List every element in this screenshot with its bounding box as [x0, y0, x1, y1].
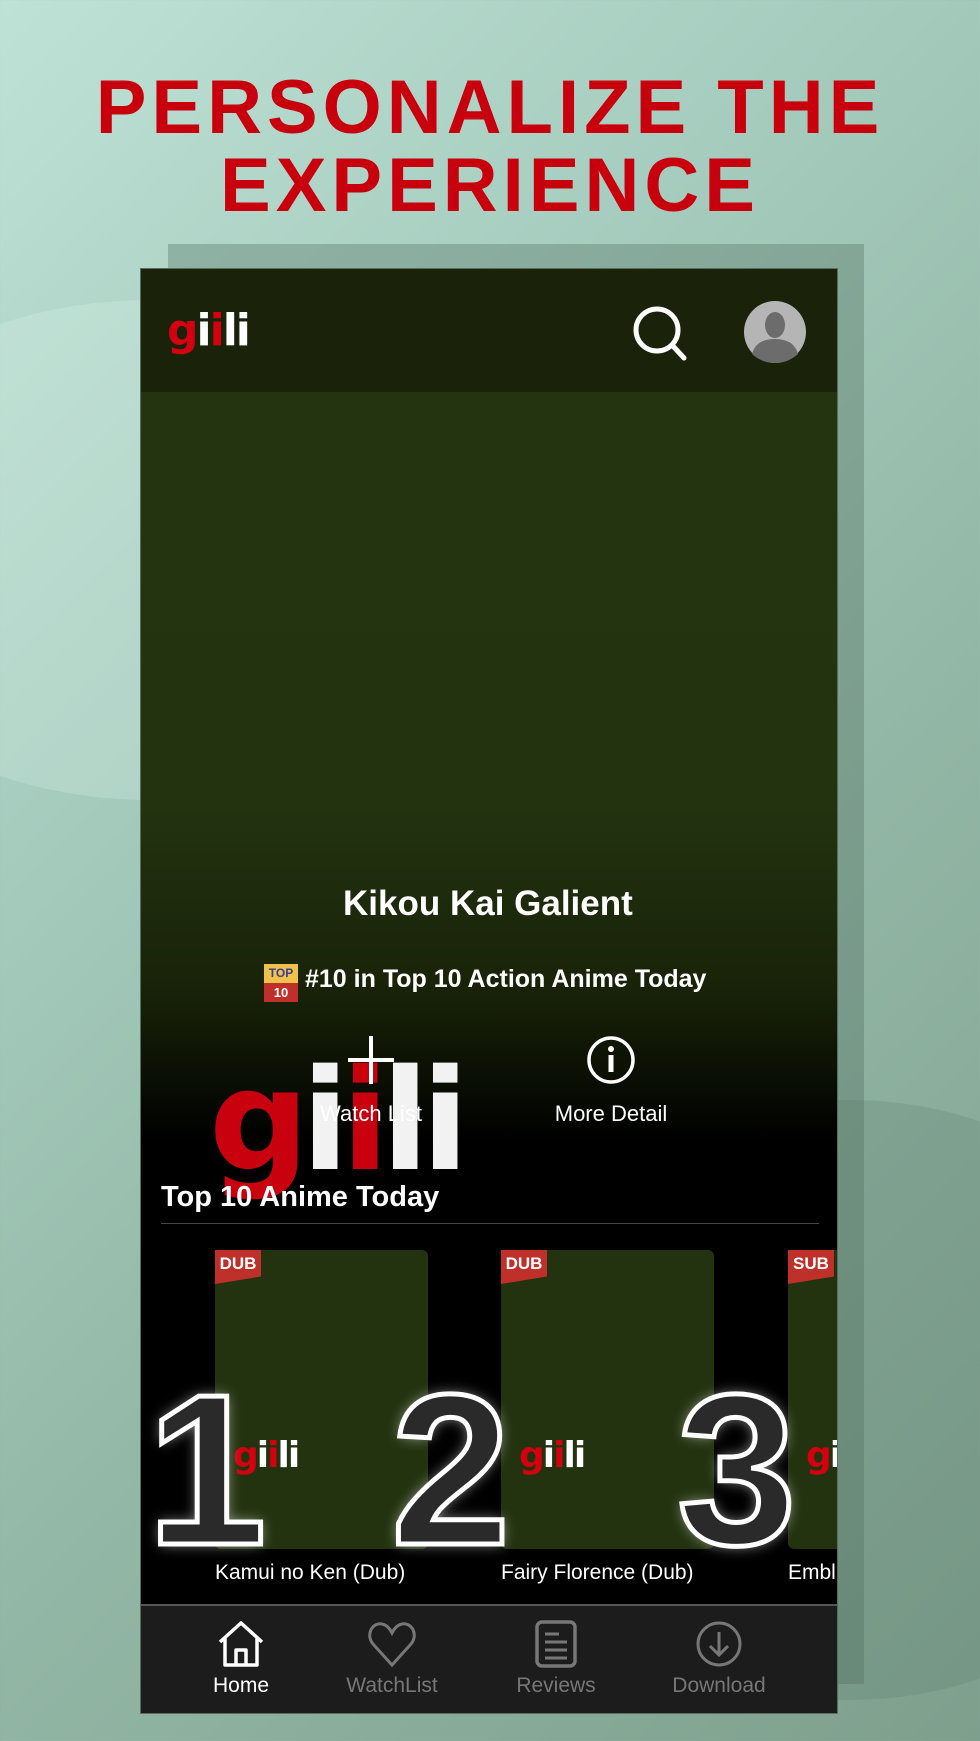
giili-logo[interactable]: giili [167, 305, 251, 356]
reviews-icon [535, 1620, 577, 1668]
plus-icon [348, 1036, 394, 1084]
hero-rank-text: #10 in Top 10 Action Anime Today [305, 965, 707, 993]
app-screen: giili giili Kikou Kai Galient TOP 10 #10… [140, 268, 838, 1714]
section-title: Top 10 Anime Today [161, 1181, 440, 1213]
heart-icon [368, 1622, 416, 1668]
card-logo: giili [519, 1435, 586, 1476]
rank-number: 2 [389, 1349, 514, 1590]
sub-badge: SUB [788, 1250, 834, 1284]
nav-download[interactable]: Download [654, 1620, 784, 1698]
headline-line-2: EXPERIENCE [220, 143, 760, 228]
card-logo: gi [806, 1435, 837, 1476]
watch-list-button[interactable]: Watch List [281, 1034, 461, 1127]
anime-card-title[interactable]: Fairy Florence (Dub) [501, 1561, 694, 1585]
anime-card-title[interactable]: Kamui no Ken (Dub) [215, 1561, 405, 1585]
hero-banner[interactable]: giili [141, 392, 837, 1192]
rank-number: 1 [145, 1349, 270, 1590]
dub-badge: DUB [215, 1250, 261, 1284]
more-detail-button[interactable]: More Detail [521, 1034, 701, 1127]
hero-title: Kikou Kai Galient [343, 884, 633, 923]
nav-reviews[interactable]: Reviews [491, 1620, 621, 1698]
nav-watchlist[interactable]: WatchList [327, 1620, 457, 1698]
home-icon [218, 1621, 264, 1667]
headline-line-1: PERSONALIZE THE [95, 65, 885, 150]
section-divider [161, 1223, 819, 1224]
download-icon [696, 1621, 742, 1667]
search-icon[interactable] [632, 305, 688, 361]
top10-badge-icon: TOP 10 [264, 964, 298, 1002]
bottom-nav: Home WatchList Reviews Download [141, 1604, 837, 1713]
nav-home[interactable]: Home [176, 1620, 306, 1698]
info-icon [587, 1036, 635, 1084]
top-bar: giili [141, 269, 837, 392]
anime-card-title[interactable]: Embl [788, 1561, 836, 1585]
avatar-icon[interactable] [744, 301, 806, 363]
rank-number: 3 [675, 1349, 800, 1590]
dub-badge: DUB [501, 1250, 547, 1284]
